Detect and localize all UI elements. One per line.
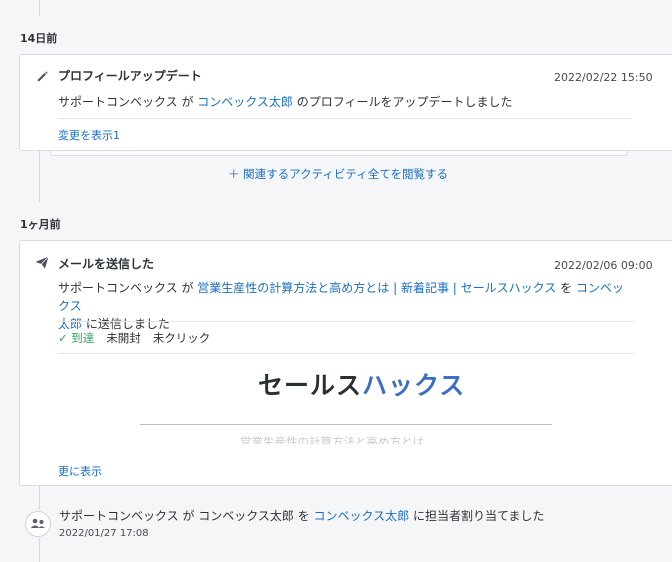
divider	[58, 353, 634, 354]
opened-status: 未開封	[106, 331, 141, 345]
clicked-status: 未クリック	[152, 331, 211, 345]
activity-timestamp: 2022/02/06 09:00	[554, 259, 653, 272]
activity-title: メールを送信した	[58, 257, 155, 271]
description-text: サポートコンベックス が コンベックス太郎 を	[59, 509, 314, 523]
contact-link[interactable]: コンベックス太郎	[197, 95, 293, 109]
email-preview-divider	[140, 424, 552, 425]
description-text: のプロフィールをアップデートしました	[292, 95, 513, 109]
date-header: 14日前	[20, 32, 58, 45]
activity-description: サポートコンベックス が 営業生産性の計算方法と高め方とは | 新着記事 | セ…	[58, 279, 626, 333]
timeline-line	[39, 150, 40, 202]
show-changes-link[interactable]: 変更を表示1	[58, 127, 120, 143]
assignment-timestamp: 2022/01/27 17:08	[59, 528, 149, 539]
description-text: サポートコンベックス が	[58, 281, 198, 295]
activity-title: プロフィールアップデート	[58, 69, 202, 83]
date-header: 1ヶ月前	[20, 218, 61, 231]
email-status-row: ✓ 到達 未開封 未クリック	[58, 330, 210, 346]
description-text: に担当者割り当てました	[409, 509, 545, 523]
activity-card-email-sent: メールを送信した 2022/02/06 09:00 サポートコンベックス が 営…	[19, 240, 672, 486]
assign-user-icon	[25, 511, 51, 537]
divider	[58, 118, 632, 119]
delivered-status: ✓ 到達	[58, 331, 95, 345]
show-more-link[interactable]: 更に表示	[58, 463, 102, 479]
description-text: サポートコンベックス が	[58, 95, 198, 109]
contact-link[interactable]: コンベックス太郎	[314, 509, 410, 523]
divider	[58, 321, 634, 322]
email-preview-logo: セールスハックス	[258, 366, 465, 402]
email-subject-link[interactable]: 営業生産性の計算方法と高め方とは | 新着記事 | セールスハックス	[197, 281, 556, 295]
timeline-line	[39, 0, 40, 16]
pencil-icon	[37, 71, 48, 82]
contact-link[interactable]: 太郎	[58, 317, 82, 331]
activity-description: サポートコンベックス が コンベックス太郎 のプロフィールをアップデートしました	[58, 93, 513, 111]
timeline-line	[39, 486, 40, 510]
paper-plane-icon	[35, 256, 49, 269]
view-related-activities-link[interactable]: ＋ 関連するアクティビティ全てを閲覧する	[228, 166, 448, 182]
email-preview-heading: 営業生産性の計算方法と高め方とは	[240, 435, 424, 444]
activity-timestamp: 2022/02/22 15:50	[554, 71, 653, 84]
activity-card-profile-update: プロフィールアップデート 2022/02/22 15:50 サポートコンベックス…	[19, 54, 672, 151]
logo-part-dark: セールス	[258, 371, 363, 400]
timeline-line	[39, 538, 40, 562]
assignment-description: サポートコンベックス が コンベックス太郎 を コンベックス太郎 に担当者割り当…	[59, 507, 544, 525]
description-text: に送信しました	[82, 317, 170, 331]
logo-part-blue: ハックス	[362, 371, 466, 400]
description-text: を	[556, 281, 576, 295]
